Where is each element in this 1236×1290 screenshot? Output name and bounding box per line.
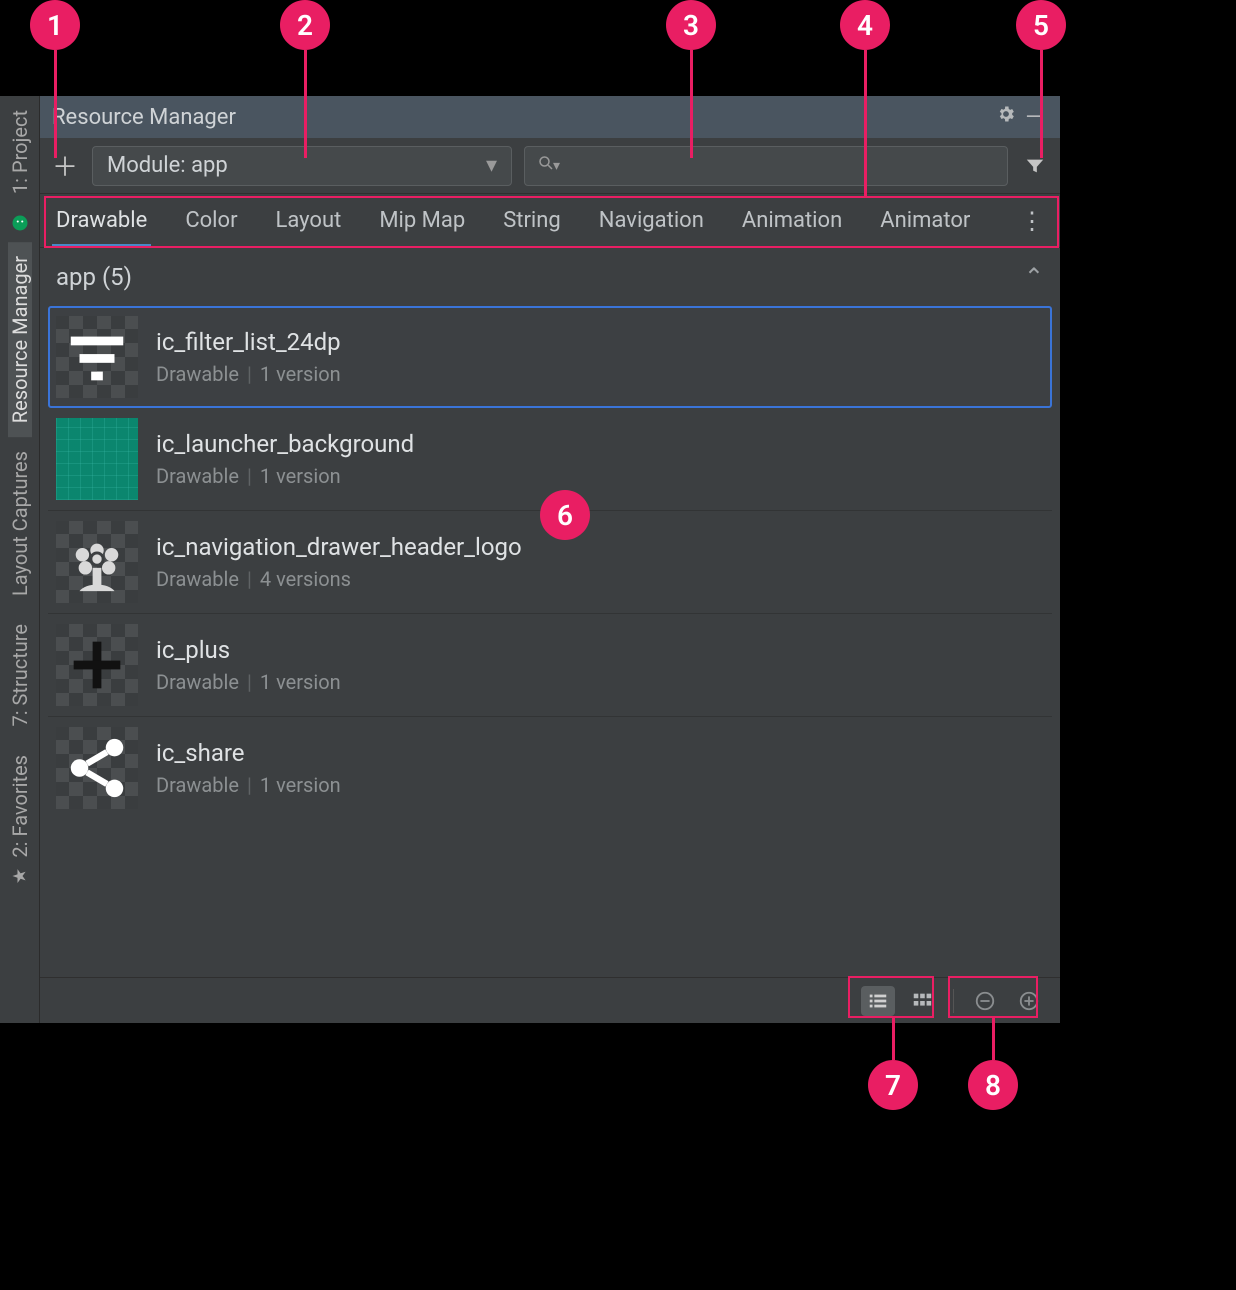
zoom-out-button[interactable] <box>968 986 1002 1016</box>
resource-item[interactable]: ic_filter_list_24dp Drawable|1 version <box>48 306 1052 408</box>
search-field[interactable]: ▾ <box>524 146 1008 186</box>
tab-animator[interactable]: Animator <box>880 194 970 247</box>
callout-badge: 2 <box>280 0 330 50</box>
tab-layout[interactable]: Layout <box>276 194 342 247</box>
divider <box>953 989 954 1013</box>
resource-name: ic_filter_list_24dp <box>156 328 341 356</box>
resource-name: ic_launcher_background <box>156 430 414 458</box>
resource-thumbnail <box>56 624 138 706</box>
minimize-icon[interactable]: — <box>1020 105 1048 130</box>
zoom-in-button[interactable] <box>1012 986 1046 1016</box>
resource-meta: Drawable|4 versions <box>156 567 522 591</box>
gear-icon[interactable] <box>992 104 1020 130</box>
resource-meta: Drawable|1 version <box>156 464 414 488</box>
resource-thumbnail <box>56 418 138 500</box>
list-view-button[interactable] <box>861 986 895 1016</box>
resource-type-tabs: Drawable Color Layout Mip Map String Nav… <box>40 194 1060 248</box>
resource-item[interactable]: ic_plus Drawable|1 version <box>48 614 1052 717</box>
sidebar-item-favorites[interactable]: ★ 2: Favorites <box>8 741 32 901</box>
callout-badge: 6 <box>540 490 590 540</box>
toolbar: ＋ Module: app ▾ ▾ <box>40 138 1060 194</box>
resource-thumbnail <box>56 521 138 603</box>
module-dropdown[interactable]: Module: app ▾ <box>92 146 512 186</box>
resource-thumbnail <box>56 316 138 398</box>
resource-thumbnail <box>56 727 138 809</box>
tab-color[interactable]: Color <box>185 194 237 247</box>
android-icon <box>11 208 29 242</box>
sidebar-item-structure[interactable]: 7: Structure <box>8 610 32 741</box>
section-header[interactable]: app (5) ⌃ <box>40 248 1060 306</box>
resource-name: ic_plus <box>156 636 341 664</box>
callout-badge: 7 <box>868 1060 918 1110</box>
search-input[interactable] <box>568 154 995 177</box>
resource-meta: Drawable|1 version <box>156 773 341 797</box>
panel-title: Resource Manager <box>52 105 236 130</box>
callout-badge: 1 <box>30 0 80 50</box>
tab-animation[interactable]: Animation <box>742 194 842 247</box>
callout-badge: 4 <box>840 0 890 50</box>
section-title: app (5) <box>56 263 132 291</box>
sidebar-item-project[interactable]: 1: Project <box>8 96 32 208</box>
panel-title-bar: Resource Manager — <box>40 96 1060 138</box>
star-icon: ★ <box>9 868 30 884</box>
filter-button[interactable] <box>1020 151 1050 181</box>
callout-badge: 5 <box>1016 0 1066 50</box>
resource-list: ic_filter_list_24dp Drawable|1 version i… <box>40 306 1060 977</box>
resource-name: ic_navigation_drawer_header_logo <box>156 533 522 561</box>
resource-item[interactable]: ic_share Drawable|1 version <box>48 717 1052 819</box>
tab-drawable[interactable]: Drawable <box>56 194 147 247</box>
callout-badge: 8 <box>968 1060 1018 1110</box>
tab-navigation[interactable]: Navigation <box>599 194 704 247</box>
grid-view-button[interactable] <box>905 986 939 1016</box>
tab-string[interactable]: String <box>503 194 561 247</box>
resource-name: ic_share <box>156 739 341 767</box>
chevron-up-icon[interactable]: ⌃ <box>1024 263 1044 291</box>
sidebar-item-layout-captures[interactable]: Layout Captures <box>8 437 32 610</box>
resource-meta: Drawable|1 version <box>156 670 341 694</box>
footer-toolbar <box>40 977 1060 1023</box>
tabs-overflow-button[interactable]: ⋮ <box>1020 207 1044 235</box>
tool-window-bar: 1: Project Resource Manager Layout Captu… <box>0 96 40 1023</box>
resource-manager-panel: Resource Manager — ＋ Module: app ▾ ▾ <box>40 96 1060 1023</box>
tab-mipmap[interactable]: Mip Map <box>379 194 465 247</box>
chevron-down-icon: ▾ <box>486 153 497 178</box>
sidebar-item-resource-manager[interactable]: Resource Manager <box>8 242 32 437</box>
module-dropdown-label: Module: app <box>107 153 228 178</box>
callout-badge: 3 <box>666 0 716 50</box>
resource-meta: Drawable|1 version <box>156 362 341 386</box>
